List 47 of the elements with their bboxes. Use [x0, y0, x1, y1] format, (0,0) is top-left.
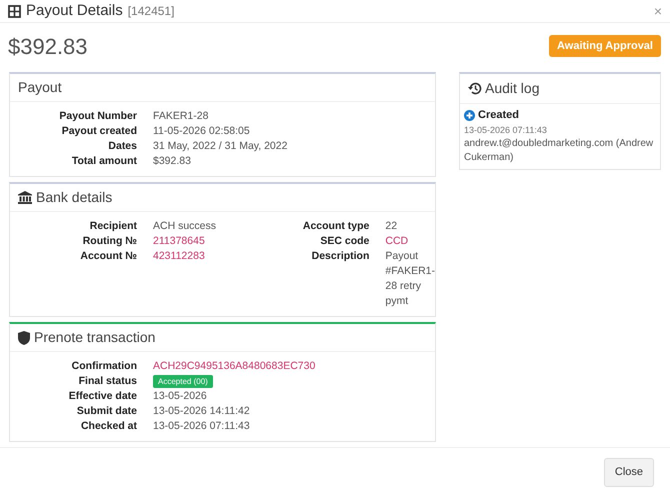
window-title: Payout Details — [26, 0, 123, 21]
grid-icon — [8, 4, 21, 18]
field-value: 423112283 — [153, 249, 206, 264]
payout-id: [142451] — [128, 3, 174, 20]
field-label: Account type — [302, 219, 370, 234]
payout-amount: $392.83 — [8, 32, 88, 60]
field-value: 11-05-2026 02:58:05 — [153, 124, 251, 139]
field-value: 22 — [385, 219, 398, 234]
field-value: CCD — [385, 234, 410, 249]
section-title: Prenote transaction — [34, 328, 156, 347]
plus-circle-icon — [464, 110, 475, 120]
field-label: SEC code — [319, 234, 370, 249]
field-value: 31 May, 2022 / 31 May, 2022 — [153, 139, 288, 154]
field-label: Effective date — [68, 389, 137, 404]
field-label: Routing № — [82, 234, 137, 249]
field-label: Description — [310, 249, 370, 264]
field-value: 13-05-2026 07:11:43 — [153, 419, 251, 434]
status-badge: Accepted (00) — [153, 375, 213, 388]
field-value: Payout #FAKER1-28 retry pymt — [385, 249, 435, 309]
field-label: Confirmation — [70, 359, 137, 374]
field-label: Recipient — [88, 219, 137, 234]
field-value: ACH success — [153, 219, 218, 234]
field-label: Submit date — [76, 404, 137, 419]
field-value: $392.83 — [153, 154, 192, 169]
log-event: Created — [478, 108, 519, 122]
field-label: Account № — [79, 249, 137, 264]
log-time: 13-05-2026 07:11:43 — [464, 124, 548, 137]
field-value: FAKER1-28 — [153, 109, 210, 124]
close-button[interactable]: Close — [604, 458, 654, 487]
field-label: Payout created — [60, 124, 137, 139]
field-label: Final status — [78, 374, 137, 389]
field-value: 211378645 — [153, 234, 206, 249]
log-user: andrew.t@doubledmarketing.com (Andrew Cukerman) — [464, 137, 654, 165]
section-title: Audit log — [485, 79, 540, 98]
field-label: Total amount — [70, 154, 137, 169]
field-value: 13-05-2026 — [153, 389, 208, 404]
section-title: Bank details — [36, 188, 112, 207]
shield-icon — [18, 330, 30, 344]
field-label: Payout Number — [58, 109, 137, 124]
field-label: Dates — [107, 139, 137, 154]
field-label: Checked at — [80, 419, 137, 434]
bank-icon — [18, 191, 32, 204]
field-value: ACH29C9495136A8480683EC730 — [153, 359, 316, 374]
section-title: Payout — [18, 78, 62, 97]
field-value: 13-05-2026 14:11:42 — [153, 404, 251, 419]
status-badge: Awaiting Approval — [549, 34, 661, 58]
history-icon — [468, 82, 482, 95]
